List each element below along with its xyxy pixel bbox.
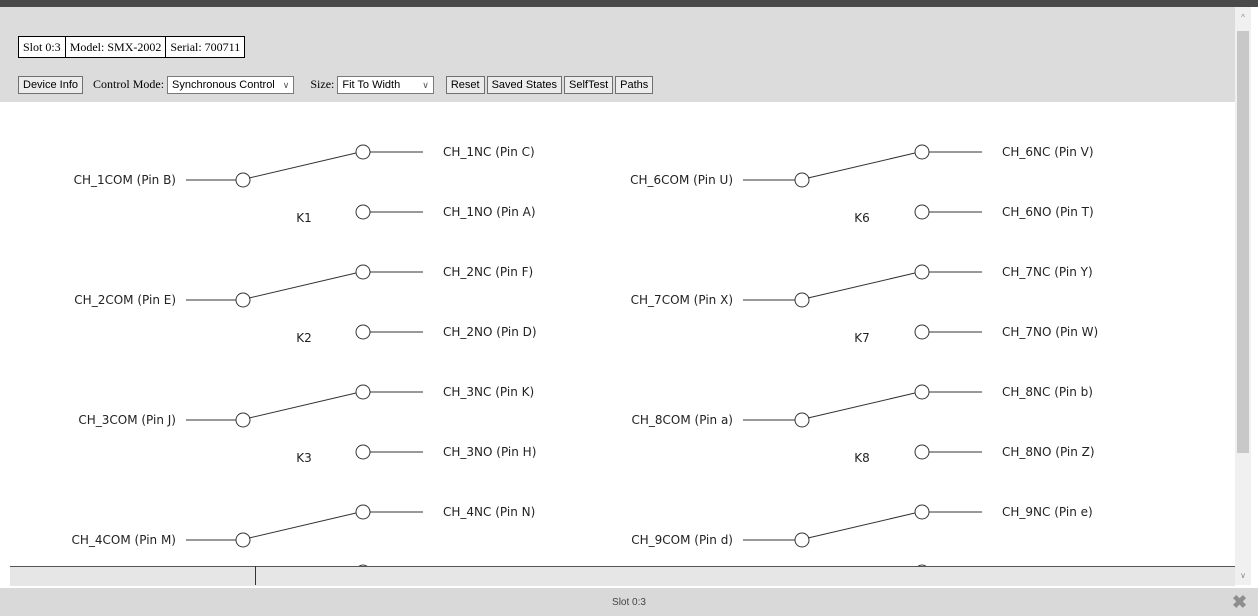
nc-terminal <box>355 384 371 400</box>
com-label: CH_7COM (Pin X) <box>631 293 733 307</box>
switch-arm <box>248 272 357 299</box>
com-terminal <box>794 172 810 188</box>
close-icon[interactable]: ✖ <box>1232 592 1247 613</box>
no-terminal <box>914 324 930 340</box>
panel-divider[interactable] <box>255 566 256 585</box>
nc-terminal <box>914 264 930 280</box>
nc-terminal <box>914 504 930 520</box>
com-label: CH_3COM (Pin J) <box>78 413 176 427</box>
relay-name: K8 <box>854 451 870 465</box>
control-row: Device Info Control Mode: Synchronous Co… <box>18 74 654 95</box>
scrollbar-thumb[interactable] <box>1237 31 1249 453</box>
nc-terminal <box>355 144 371 160</box>
com-terminal <box>794 532 810 548</box>
nc-label: CH_1NC (Pin C) <box>443 145 535 159</box>
window-top-border <box>0 0 1258 7</box>
no-label: CH_1NO (Pin A) <box>443 205 536 219</box>
no-label: CH_8NO (Pin Z) <box>1002 445 1095 459</box>
paths-button[interactable]: Paths <box>615 75 654 94</box>
com-terminal <box>235 172 251 188</box>
nc-label: CH_2NC (Pin F) <box>443 265 533 279</box>
switch-arm <box>807 392 916 419</box>
switch-arm <box>807 512 916 539</box>
com-label: CH_9COM (Pin d) <box>631 533 733 547</box>
nc-terminal <box>914 144 930 160</box>
status-text: Slot 0:3 <box>612 597 646 608</box>
arrow-down-icon[interactable]: ∨ <box>1235 571 1251 580</box>
relay-name: K6 <box>854 211 870 225</box>
switch-arm <box>807 152 916 179</box>
nc-label: CH_9NC (Pin e) <box>1002 505 1093 519</box>
serial-label: Serial: 700711 <box>165 37 244 57</box>
relay-name: K2 <box>296 331 312 345</box>
status-bar: Slot 0:3 <box>0 588 1258 616</box>
chevron-down-icon: ∨ <box>422 79 429 90</box>
chevron-down-icon: ∨ <box>282 79 290 90</box>
bottom-panel <box>10 566 1235 586</box>
nc-label: CH_3NC (Pin K) <box>443 385 534 399</box>
size-value: Fit To Width <box>342 78 401 91</box>
com-label: CH_6COM (Pin U) <box>630 173 733 187</box>
com-label: CH_2COM (Pin E) <box>74 293 176 307</box>
vertical-scrollbar[interactable]: ^ ∨ <box>1235 7 1251 585</box>
no-label: CH_7NO (Pin W) <box>1002 325 1098 339</box>
control-mode-label: Control Mode: <box>93 77 165 91</box>
no-label: CH_3NO (Pin H) <box>443 445 536 459</box>
relay-name: K1 <box>296 211 312 225</box>
size-label: Size: <box>310 77 335 91</box>
no-terminal <box>914 444 930 460</box>
no-label: CH_2NO (Pin D) <box>443 325 537 339</box>
relay-name: K7 <box>854 331 870 345</box>
no-terminal <box>355 324 371 340</box>
saved-states-button[interactable]: Saved States <box>486 75 563 94</box>
nc-label: CH_4NC (Pin N) <box>443 505 535 519</box>
nc-terminal <box>914 384 930 400</box>
model-label: Model: SMX-2002 <box>64 37 166 57</box>
com-terminal <box>794 412 810 428</box>
no-label: CH_6NO (Pin T) <box>1002 205 1094 219</box>
nc-terminal <box>355 264 371 280</box>
relay-diagram-canvas: CH_1COM (Pin B) CH_1NC (Pin C) CH_1NO (Pin… <box>72 144 1098 566</box>
no-terminal <box>914 204 930 220</box>
nc-terminal <box>355 504 371 520</box>
switch-arm <box>248 152 357 179</box>
nc-label: CH_6NC (Pin V) <box>1002 145 1094 159</box>
com-terminal <box>235 292 251 308</box>
switch-arm <box>807 272 916 299</box>
selftest-button[interactable]: SelfTest <box>564 75 614 94</box>
com-label: CH_4COM (Pin M) <box>72 533 176 547</box>
switch-arm <box>248 392 357 419</box>
no-terminal <box>355 204 371 220</box>
relay-name: K3 <box>296 451 312 465</box>
relay-diagram: CH_1COM (Pin B) CH_1NC (Pin C) CH_1NO (Pin… <box>0 102 1235 566</box>
com-label: CH_8COM (Pin a) <box>632 413 733 427</box>
nc-label: CH_7NC (Pin Y) <box>1002 265 1093 279</box>
size-select[interactable]: Fit To Width ∨ <box>337 75 434 94</box>
nc-label: CH_8NC (Pin b) <box>1002 385 1093 399</box>
device-info-box: Slot 0:3 Model: SMX-2002 Serial: 700711 <box>18 36 246 58</box>
arrow-up-icon[interactable]: ^ <box>1235 13 1251 22</box>
com-terminal <box>794 292 810 308</box>
com-label: CH_1COM (Pin B) <box>74 173 176 187</box>
control-mode-value: Synchronous Control <box>172 78 275 91</box>
reset-button[interactable]: Reset <box>445 75 485 94</box>
control-mode-select[interactable]: Synchronous Control ∨ <box>167 75 295 94</box>
com-terminal <box>235 532 251 548</box>
switch-arm <box>248 512 357 539</box>
no-terminal <box>355 444 371 460</box>
toolbar: Slot 0:3 Model: SMX-2002 Serial: 700711 … <box>0 7 1235 102</box>
device-info-button[interactable]: Device Info <box>18 75 84 94</box>
slot-label: Slot 0:3 <box>23 40 61 54</box>
com-terminal <box>235 412 251 428</box>
